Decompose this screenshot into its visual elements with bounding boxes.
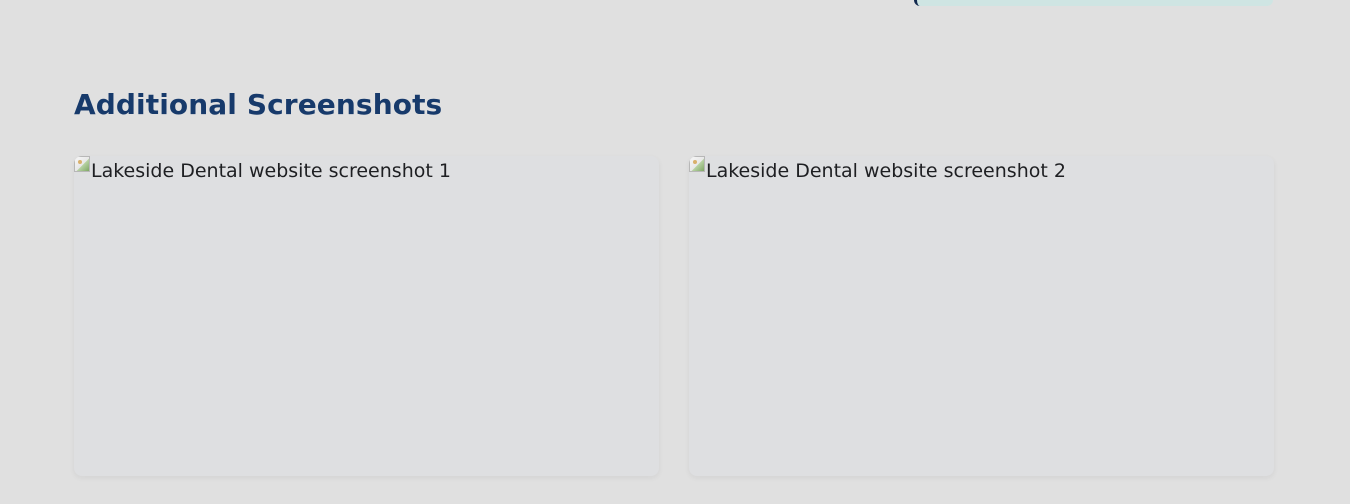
broken-image-icon bbox=[689, 156, 705, 172]
page: Additional Screenshots Lakeside Dental w… bbox=[0, 0, 1350, 504]
screenshot-grid: Lakeside Dental website screenshot 1 Lak… bbox=[74, 156, 1274, 476]
top-banner-edge bbox=[914, 0, 1273, 6]
screenshot-alt-text-2: Lakeside Dental website screenshot 2 bbox=[706, 160, 1066, 182]
screenshot-image-1[interactable]: Lakeside Dental website screenshot 1 bbox=[74, 156, 451, 186]
section-title: Additional Screenshots bbox=[74, 88, 443, 121]
broken-image-icon bbox=[74, 156, 90, 172]
screenshot-card-1[interactable]: Lakeside Dental website screenshot 1 bbox=[74, 156, 659, 476]
screenshot-card-2[interactable]: Lakeside Dental website screenshot 2 bbox=[689, 156, 1274, 476]
screenshot-image-2[interactable]: Lakeside Dental website screenshot 2 bbox=[689, 156, 1066, 186]
screenshot-alt-text-1: Lakeside Dental website screenshot 1 bbox=[91, 160, 451, 182]
